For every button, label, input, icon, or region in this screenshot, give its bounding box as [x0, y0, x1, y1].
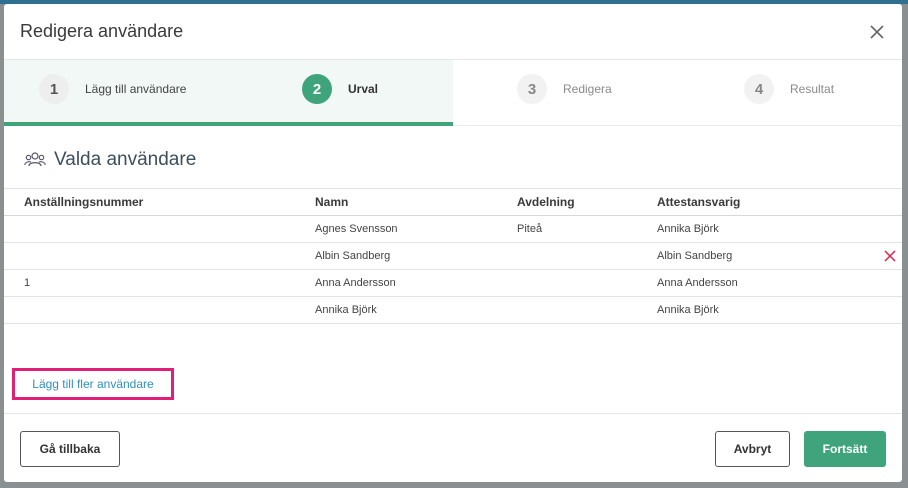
cell-name: Anna Andersson: [315, 277, 396, 289]
cell-name: Annika Björk: [315, 304, 377, 316]
section-title: Valda användare: [54, 149, 197, 170]
step-add-users[interactable]: 1 Lägg till användare: [39, 74, 186, 104]
step-label: Lägg till användare: [85, 82, 187, 96]
section-header: Valda användare: [24, 149, 196, 171]
cell-approver: Annika Björk: [657, 304, 719, 316]
step-selection[interactable]: 2 Urval: [302, 74, 378, 104]
back-button[interactable]: Gå tillbaka: [20, 431, 120, 467]
step-label: Urval: [348, 82, 379, 96]
dialog-title: Redigera användare: [20, 21, 184, 41]
step-number: 2: [302, 74, 332, 104]
cell-approver: Annika Björk: [657, 223, 719, 235]
step-edit[interactable]: 3 Redigera: [517, 74, 612, 104]
step-number: 3: [517, 74, 547, 104]
edit-users-dialog: Redigera användare 1 Lägg till användare…: [4, 4, 902, 482]
cell-department: Piteå: [517, 223, 543, 235]
add-more-users-link[interactable]: Lägg till fler användare: [12, 368, 174, 400]
table-row[interactable]: Albin Sandberg Albin Sandberg: [4, 243, 902, 270]
table-row[interactable]: Annika Björk Annika Björk: [4, 297, 902, 324]
table-row[interactable]: Agnes Svensson Piteå Annika Björk: [4, 216, 902, 243]
step-label: Resultat: [790, 82, 835, 96]
users-icon: [24, 152, 46, 167]
step-result[interactable]: 4 Resultat: [744, 74, 834, 104]
cell-name: Agnes Svensson: [315, 223, 398, 235]
cell-employee-number: 1: [24, 277, 31, 289]
dialog-footer: Gå tillbaka Avbryt Fortsätt: [4, 413, 902, 482]
cell-name: Albin Sandberg: [315, 250, 391, 262]
close-icon[interactable]: [866, 21, 888, 43]
wizard-stepper: 1 Lägg till användare 2 Urval 3 Redigera…: [4, 60, 902, 126]
step-number: 1: [39, 74, 69, 104]
step-label: Redigera: [563, 82, 612, 96]
column-header-approver[interactable]: Attestansvarig: [657, 189, 740, 215]
column-header-department[interactable]: Avdelning: [517, 189, 575, 215]
cancel-button[interactable]: Avbryt: [715, 431, 790, 467]
column-header-employee-number[interactable]: Anställningsnummer: [24, 189, 143, 215]
dialog-header: Redigera användare: [4, 4, 902, 60]
step-progress-bar: [4, 122, 453, 126]
table-header-row: Anställningsnummer Namn Avdelning Attest…: [4, 188, 902, 216]
selected-users-table: Anställningsnummer Namn Avdelning Attest…: [4, 188, 902, 324]
step-number: 4: [744, 74, 774, 104]
cell-approver: Albin Sandberg: [657, 250, 733, 262]
column-header-name[interactable]: Namn: [315, 189, 348, 215]
table-row[interactable]: 1 Anna Andersson Anna Andersson: [4, 270, 902, 297]
cell-approver: Anna Andersson: [657, 277, 738, 289]
continue-button[interactable]: Fortsätt: [804, 431, 886, 467]
remove-row-icon[interactable]: [884, 250, 896, 262]
